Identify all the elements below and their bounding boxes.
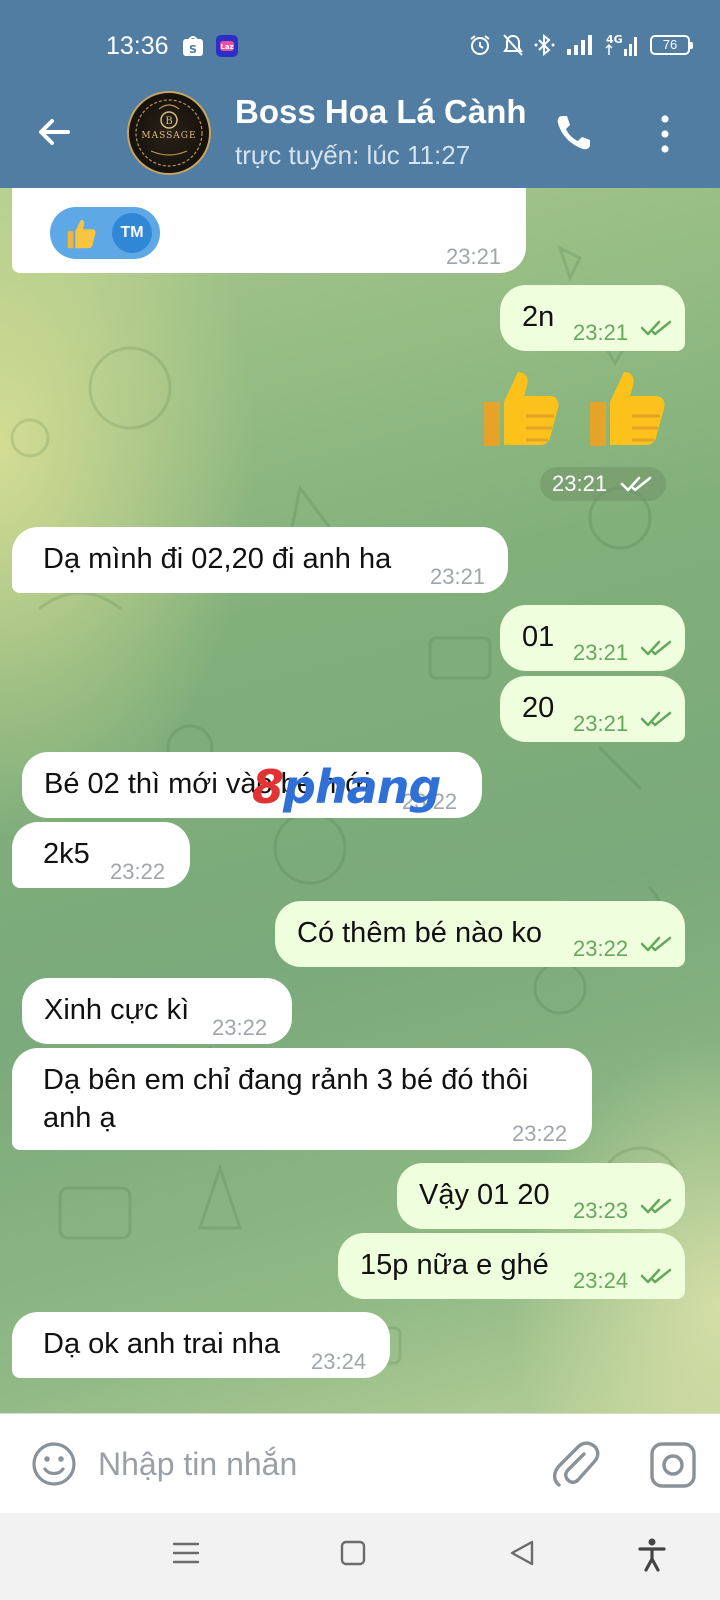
message-time: 23:22 (110, 859, 166, 884)
svg-text:4G: 4G (606, 33, 623, 46)
watermark-logo: 8phang (252, 760, 441, 814)
chat-title[interactable]: Boss Hoa Lá Cành (235, 93, 531, 131)
shopee-icon: S (183, 36, 203, 56)
message-text: Có thêm bé nào ko (297, 917, 543, 949)
reaction-pill[interactable]: TM (50, 207, 160, 259)
message-text: Dạ mình đi 02,20 đi anh ha (43, 543, 392, 575)
message-text: 20 (522, 692, 555, 724)
avatar-label: MASSAGE (141, 131, 197, 141)
thumbs-up-icon (67, 219, 96, 249)
home-nav-icon[interactable] (340, 1538, 366, 1568)
message-time: 23:24 (573, 1268, 629, 1293)
message-text: 2n (522, 301, 555, 333)
bluetooth-icon (534, 33, 555, 57)
signal-4g-icon: 4G (605, 33, 637, 56)
menu-nav-icon[interactable] (172, 1538, 200, 1568)
message-incoming[interactable]: Dạ ok anh trai nha 23:24 (12, 1312, 390, 1378)
back-arrow-icon[interactable] (32, 110, 76, 154)
chat-status: trực tuyến: lúc 11:27 (235, 140, 471, 170)
signal-icon (567, 35, 592, 55)
message-outgoing[interactable]: 20 23:21 (500, 676, 685, 742)
message-incoming[interactable]: Dạ mình đi 02,20 đi anh ha 23:21 (12, 527, 508, 593)
message-time: 23:22 (212, 1015, 268, 1040)
double-check-icon (640, 640, 672, 656)
message-time: 23:21 (573, 640, 629, 665)
message-outgoing[interactable]: 15p nữa e ghé 23:24 (338, 1233, 685, 1299)
message-time: 23:22 (573, 936, 629, 961)
avatar[interactable]: B MASSAGE (127, 91, 211, 175)
double-check-icon (640, 1268, 672, 1284)
message-time: 23:22 (512, 1121, 568, 1146)
message-text: Xinh cực kì (44, 994, 190, 1026)
emoji-time-pill: 23:21 (540, 467, 666, 501)
message-outgoing[interactable]: 01 23:21 (500, 605, 685, 671)
double-check-icon (620, 476, 652, 492)
message-outgoing[interactable]: Có thêm bé nào ko 23:22 (275, 901, 685, 967)
message-text: Dạ ok anh trai nha (43, 1328, 280, 1360)
mute-icon (503, 34, 523, 56)
message-text-line-1: Dạ bên em chỉ đang rảnh 3 bé đó thôi (43, 1064, 529, 1096)
double-check-icon (640, 320, 672, 336)
message-incoming[interactable]: Xinh cực kì 23:22 (22, 978, 292, 1044)
status-time: 13:36 (106, 32, 169, 60)
message-time: 23:21 (573, 320, 629, 345)
message-input[interactable] (98, 1434, 518, 1494)
emoji-message[interactable] (470, 358, 680, 458)
message-text-line-2: anh ạ (43, 1102, 116, 1134)
message-incoming[interactable]: TM 23:21 (12, 188, 526, 273)
message-time: 23:21 (552, 471, 608, 496)
lazada-icon: Laz (216, 35, 238, 57)
battery-indicator: 76 (650, 35, 693, 55)
message-time: 23:23 (573, 1198, 629, 1223)
message-outgoing[interactable]: Vậy 01 20 23:23 (397, 1163, 685, 1229)
message-incoming[interactable]: 2k5 23:22 (12, 822, 190, 888)
status-icons: 4G 76 (468, 30, 693, 60)
paperclip-icon[interactable] (552, 1438, 600, 1490)
svg-text:Laz: Laz (220, 43, 233, 51)
message-text: 15p nữa e ghé (360, 1249, 549, 1281)
message-time: 23:21 (446, 244, 502, 269)
reaction-user-avatar: TM (112, 213, 152, 253)
double-check-icon (640, 1198, 672, 1214)
smile-icon[interactable] (30, 1440, 78, 1488)
accessibility-icon[interactable] (637, 1538, 667, 1572)
message-text: 2k5 (43, 838, 90, 870)
alarm-icon (470, 35, 490, 55)
message-time: 23:21 (573, 711, 629, 736)
system-nav-bar (0, 1513, 720, 1600)
app-bar: 13:36 S Laz 4G 76 B MASSAGE Boss Hoa Lá … (0, 0, 720, 188)
message-time: 23:24 (311, 1349, 367, 1374)
status-bar: 13:36 S Laz 4G 76 (0, 0, 720, 88)
more-vert-icon[interactable] (655, 112, 675, 156)
double-check-icon (640, 711, 672, 727)
thumbs-up-icon (484, 372, 559, 446)
thumbs-up-icon (590, 372, 665, 446)
message-outgoing[interactable]: 2n 23:21 (500, 285, 685, 351)
svg-text:S: S (189, 43, 197, 56)
message-time: 23:21 (430, 564, 486, 589)
message-composer (0, 1413, 720, 1513)
message-text: Vậy 01 20 (419, 1179, 550, 1211)
message-incoming[interactable]: Dạ bên em chỉ đang rảnh 3 bé đó thôi anh… (12, 1048, 592, 1150)
back-nav-icon[interactable] (508, 1538, 536, 1568)
double-check-icon (640, 936, 672, 952)
instagram-icon[interactable] (648, 1440, 698, 1490)
chat-area[interactable]: TM 23:21 2n 23:21 23:21 Dạ mình đi 02,20… (0, 188, 720, 1413)
phone-icon[interactable] (553, 111, 597, 155)
message-text: 01 (522, 621, 555, 653)
